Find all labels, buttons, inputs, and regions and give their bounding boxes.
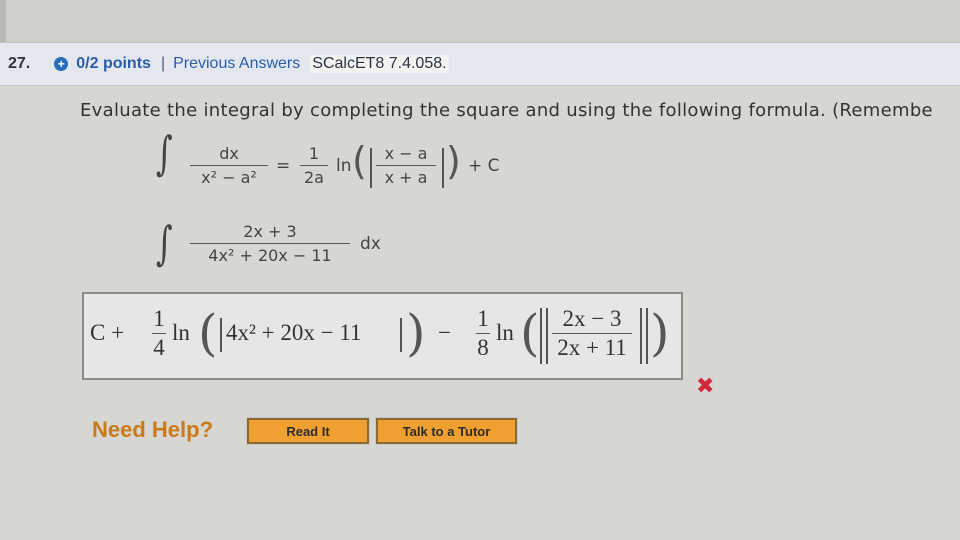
question-header: 27. + 0/2 points | Previous Answers SCal… <box>0 42 960 86</box>
formula-inner-denominator: x + a <box>384 168 428 187</box>
answer-ln-1: ln <box>172 320 190 345</box>
need-help-label: Need Help? <box>92 417 214 442</box>
formula-integral-sign: ∫ <box>156 126 173 180</box>
answer-c-plus: C + <box>90 320 125 345</box>
previous-answers-link[interactable]: Previous Answers <box>173 55 300 73</box>
formula-numerator: dx <box>219 144 239 163</box>
formula-inner-fraction: x − a x + a <box>376 144 436 187</box>
problem-numerator: 2x + 3 <box>243 222 297 241</box>
answer-minus: − <box>438 320 451 345</box>
formula-ln: ln <box>336 156 352 176</box>
question-body: Evaluate the integral by completing the … <box>0 86 960 540</box>
answer-input[interactable]: C + 1 4 ln ( 4x² + 20x − 11 ) − 1 8 ln (… <box>82 292 683 380</box>
problem-integral-sign: ∫ <box>156 216 173 270</box>
formula-inner-numerator: x − a <box>384 144 428 163</box>
question-prompt: Evaluate the integral by completing the … <box>80 100 933 121</box>
question-number: 27. <box>8 55 31 72</box>
formula-constant: + C <box>468 156 500 176</box>
formula-integrand: dx x² − a² <box>190 144 268 187</box>
points-label: 0/2 points <box>76 55 151 72</box>
answer-frac1-denominator: 4 <box>153 335 165 360</box>
answer-inner2-denominator: 2x + 11 <box>557 335 627 360</box>
formula-coef-numerator: 1 <box>308 144 320 163</box>
problem-dx: dx <box>360 234 381 254</box>
formula-coef-denominator: 2a <box>304 168 324 187</box>
header-separator: | <box>160 55 166 72</box>
formula-denominator: x² − a² <box>201 168 257 187</box>
answer-frac2-numerator: 1 <box>477 306 489 331</box>
answer-coefficient-1: 1 4 <box>152 306 166 361</box>
answer-frac1-numerator: 1 <box>153 306 165 331</box>
talk-to-tutor-button[interactable]: Talk to a Tutor <box>375 417 518 445</box>
expand-plus-icon[interactable]: + <box>54 57 69 71</box>
problem-denominator: 4x² + 20x − 11 <box>208 246 332 265</box>
read-it-button[interactable]: Read It <box>246 417 370 445</box>
formula-coefficient: 1 2a <box>300 144 328 187</box>
answer-coefficient-2: 1 8 <box>476 306 490 361</box>
answer-frac2-denominator: 8 <box>477 335 489 360</box>
answer-inner-1: 4x² + 20x − 11 <box>226 320 362 345</box>
problem-integrand: 2x + 3 4x² + 20x − 11 <box>190 222 350 265</box>
incorrect-x-icon: ✖ <box>696 374 715 399</box>
source-label: SCalcET8 7.4.058. <box>310 55 449 73</box>
answer-ln-2: ln <box>496 320 514 345</box>
formula-equals: = <box>276 156 291 176</box>
answer-inner2-numerator: 2x − 3 <box>562 306 622 331</box>
answer-inner-fraction-2: 2x − 3 2x + 11 <box>552 306 632 361</box>
